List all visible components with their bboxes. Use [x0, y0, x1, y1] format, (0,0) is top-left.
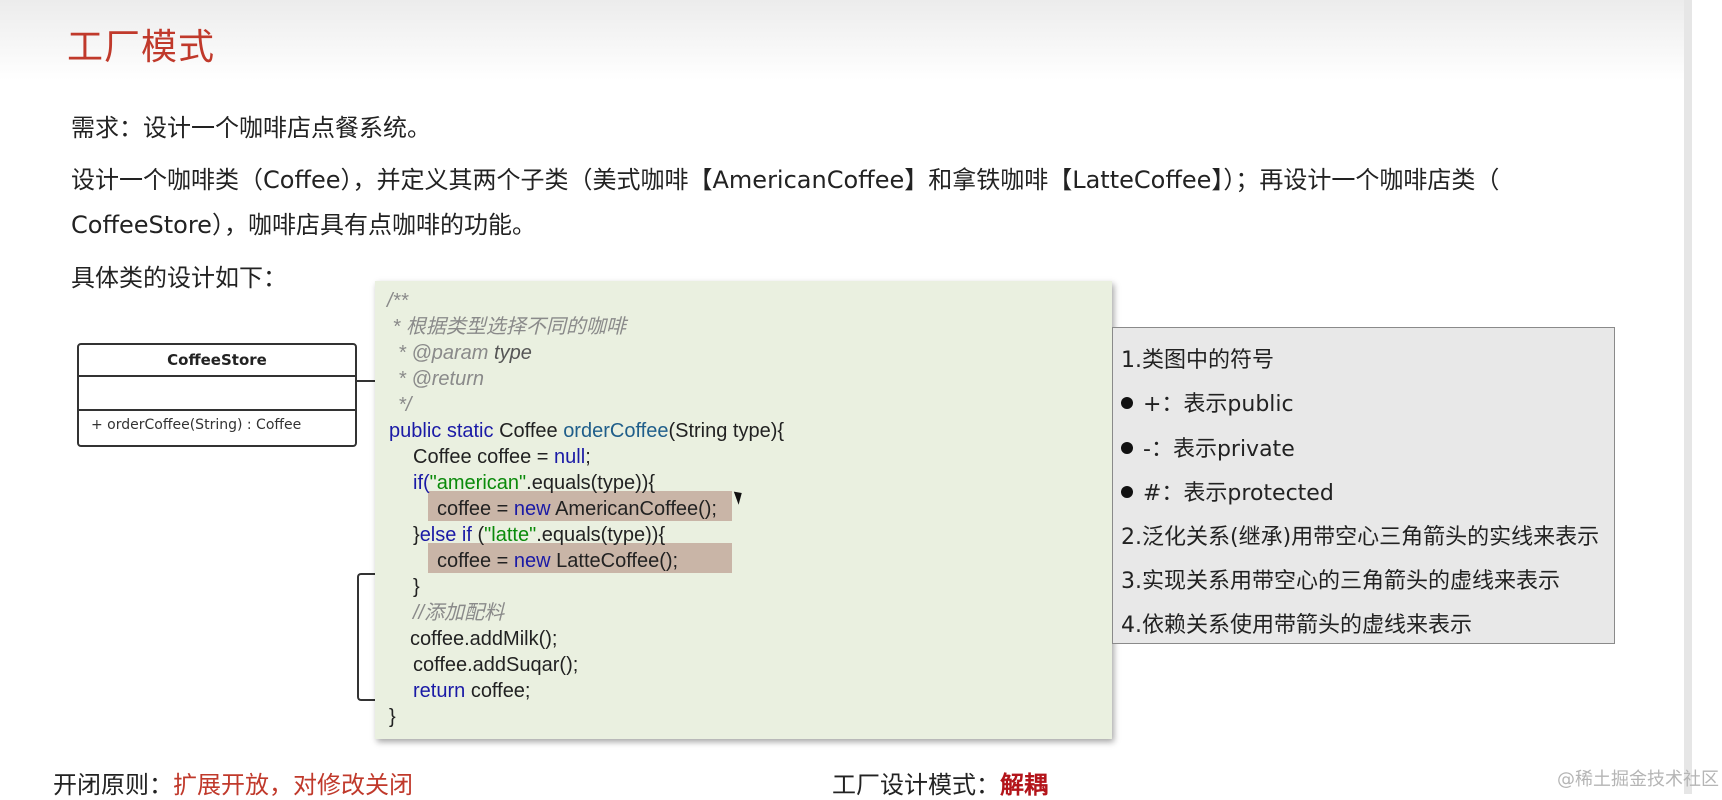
design-intro: 具体类的设计如下： [71, 264, 287, 292]
code-line: coffee.addSuqar(); [413, 654, 579, 676]
uml-attributes [79, 377, 355, 411]
code-line: coffee = new LatteCoffee(); [437, 550, 679, 572]
page-title: 工厂模式 [67, 27, 216, 68]
uml-class-coffeestore: CoffeeStore + orderCoffee(String) : Coff… [77, 343, 357, 447]
code-line: } [413, 576, 420, 598]
uml-class-hidden [357, 573, 377, 701]
code-popup: /** * 根据类型选择不同的咖啡 * @param type * @retur… [375, 281, 1112, 739]
bullet-icon [1121, 442, 1133, 454]
code-comment: * @param type [387, 342, 532, 364]
bullet-icon [1121, 486, 1133, 498]
code-comment: */ [387, 394, 412, 416]
code-line: coffee = new AmericanCoffee(); [437, 498, 717, 520]
code-line: Coffee coffee = null; [413, 446, 591, 468]
code-line: }else if ("latte".equals(type)){ [413, 524, 666, 546]
uml-method: + orderCoffee(String) : Coffee [91, 417, 302, 433]
code-line: coffee.addMilk(); [410, 628, 558, 650]
code-line: return coffee; [413, 680, 531, 702]
note-item: #：表示protected [1121, 475, 1334, 507]
code-line: } [389, 706, 396, 728]
open-closed-principle: 开闭原则：扩展开放，对修改关闭 [53, 771, 413, 799]
note-item: 2.泛化关系(继承)用带空心三角箭头的实线来表示 [1121, 525, 1600, 550]
uml-class-name: CoffeeStore [79, 345, 355, 377]
code-comment: * @return [387, 368, 485, 390]
note-item: 1.类图中的符号 [1121, 348, 1274, 373]
code-comment: /** [387, 290, 409, 312]
requirement-text: 需求：设计一个咖啡店点餐系统。 [71, 114, 431, 142]
header-band [0, 0, 1684, 80]
notes-panel: 1.类图中的符号 +：表示public -：表示private #：表示prot… [1112, 327, 1615, 644]
code-line: if("american".equals(type)){ [413, 472, 656, 494]
note-item: +：表示public [1121, 386, 1294, 418]
scrollbar-track[interactable] [1684, 0, 1692, 794]
description-line-2: CoffeeStore），咖啡店具有点咖啡的功能。 [71, 211, 536, 239]
note-item: 4.依赖关系使用带箭头的虚线来表示 [1121, 613, 1472, 638]
factory-pattern-summary: 工厂设计模式：解耦 [832, 771, 1048, 799]
description-line-1: 设计一个咖啡类（Coffee），并定义其两个子类（美式咖啡【AmericanCo… [71, 166, 1500, 194]
code-comment: //添加配料 [413, 602, 505, 624]
note-item: -：表示private [1121, 431, 1295, 463]
note-item: 3.实现关系用带空心的三角箭头的虚线来表示 [1121, 569, 1560, 594]
uml-connector [357, 380, 375, 382]
bullet-icon [1121, 397, 1133, 409]
right-edge [1684, 0, 1722, 794]
watermark: @稀土掘金技术社区 [1557, 769, 1719, 790]
code-comment: * 根据类型选择不同的咖啡 [387, 316, 626, 338]
code-line: public static Coffee orderCoffee(String … [389, 420, 785, 442]
